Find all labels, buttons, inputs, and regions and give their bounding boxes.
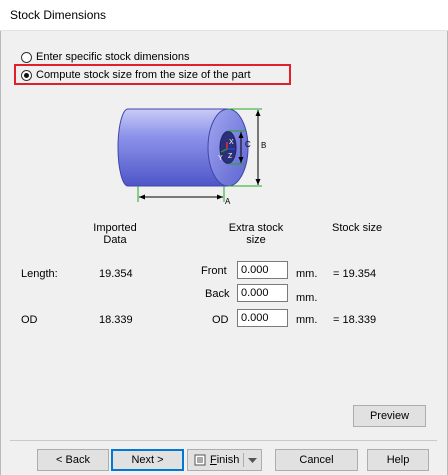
next-button[interactable]: Next > bbox=[111, 449, 184, 471]
footer-separator bbox=[10, 440, 437, 441]
back-input[interactable] bbox=[237, 284, 288, 302]
finish-label: inish bbox=[216, 454, 240, 466]
length-label: Length: bbox=[21, 268, 58, 280]
header-imported-line2: Data bbox=[103, 234, 127, 246]
back-button[interactable]: < Back bbox=[37, 449, 109, 471]
finish-mnemonic: F bbox=[210, 454, 217, 466]
preview-button[interactable]: Preview bbox=[353, 405, 426, 427]
od-input[interactable] bbox=[237, 309, 288, 327]
header-extra-stock: Extra stock size bbox=[220, 222, 292, 246]
help-button[interactable]: Help bbox=[367, 449, 429, 471]
header-extra-line1: Extra stock bbox=[228, 222, 284, 234]
cylinder-body bbox=[117, 108, 249, 187]
axis-x-label: X bbox=[229, 139, 234, 146]
selection-highlight-box bbox=[14, 64, 291, 85]
title-bar: Stock Dimensions bbox=[0, 0, 448, 31]
window-border-left bbox=[0, 31, 1, 475]
header-extra-line2: size bbox=[246, 234, 266, 246]
cancel-button[interactable]: Cancel bbox=[275, 449, 358, 471]
header-imported: Imported Data bbox=[80, 222, 150, 246]
od-extra-label: OD bbox=[212, 314, 229, 326]
option-specific-label: Enter specific stock dimensions bbox=[36, 51, 190, 63]
front-label: Front bbox=[201, 265, 227, 277]
option-specific-dimensions[interactable]: Enter specific stock dimensions bbox=[21, 50, 189, 64]
radio-specific[interactable] bbox=[21, 51, 32, 63]
header-stock-size: Stock size bbox=[332, 222, 383, 234]
finish-button[interactable]: Finish bbox=[187, 449, 262, 471]
od-label: OD bbox=[21, 314, 38, 326]
axis-z-label: Z bbox=[228, 153, 233, 160]
stock-diagram: A B C X Y Z bbox=[117, 108, 266, 206]
finish-split-divider bbox=[243, 453, 244, 467]
back-label: Back bbox=[205, 288, 230, 300]
header-imported-line1: Imported bbox=[93, 222, 137, 234]
axis-y-label: Y bbox=[218, 155, 223, 162]
length-imported-value: 19.354 bbox=[99, 268, 133, 280]
od-unit: mm. bbox=[296, 314, 318, 326]
window-title: Stock Dimensions bbox=[10, 8, 107, 22]
finish-list-icon bbox=[194, 454, 206, 466]
length-stock-value: = 19.354 bbox=[333, 268, 377, 280]
label-a: A bbox=[225, 197, 231, 206]
front-unit: mm. bbox=[296, 268, 318, 280]
label-b: B bbox=[261, 141, 266, 150]
label-c: C bbox=[245, 140, 251, 149]
front-input[interactable] bbox=[237, 261, 288, 279]
chevron-down-icon[interactable] bbox=[248, 458, 257, 464]
od-stock-value: = 18.339 bbox=[333, 314, 377, 326]
back-unit: mm. bbox=[296, 292, 318, 304]
od-imported-value: 18.339 bbox=[99, 314, 133, 326]
